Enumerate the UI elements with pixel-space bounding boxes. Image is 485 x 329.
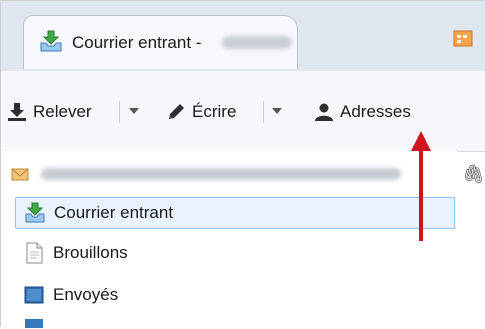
get-mail-dropdown-arrow[interactable] [129,108,139,114]
window-frame: Courrier entrant - Relever Écrire Adress… [0,0,485,329]
folder-label: Brouillons [53,243,128,262]
write-dropdown-arrow[interactable] [272,108,282,114]
inbox-icon [25,202,45,223]
drafts-icon [26,242,43,264]
attachment-column-icon[interactable]: 🖇 [462,164,485,185]
toolbar-separator [263,101,264,123]
folder-sent[interactable]: Envoyés [15,279,118,311]
folder-icon [25,319,43,328]
inbox-icon [40,30,62,52]
mail-account-icon [11,168,29,181]
download-icon [8,103,26,121]
get-mail-button[interactable]: Relever [7,100,92,124]
write-label: Écrire [192,102,237,121]
pencil-icon [169,104,184,119]
tab-strip: Courrier entrant - [1,1,485,72]
folder-drafts[interactable]: Brouillons [15,237,128,269]
person-icon [315,103,333,121]
blurred-account-name [222,36,292,49]
address-book-button[interactable]: Adresses [314,100,411,124]
get-mail-label: Relever [33,102,92,121]
tab-title: Courrier entrant - [72,33,202,52]
account-row[interactable] [11,163,451,185]
folder-inbox[interactable]: Courrier entrant [15,197,455,229]
toolbar-separator [119,101,120,123]
tab-inbox[interactable]: Courrier entrant - [23,15,298,69]
calendar-tab-icon[interactable] [453,29,473,47]
annotation-arrow [411,131,431,241]
write-button[interactable]: Écrire [166,100,236,124]
sent-icon [24,286,44,304]
folder-label: Courrier entrant [54,203,174,222]
folder-label: Envoyés [53,285,119,304]
blurred-account-address [41,168,401,180]
address-book-label: Adresses [340,102,411,121]
